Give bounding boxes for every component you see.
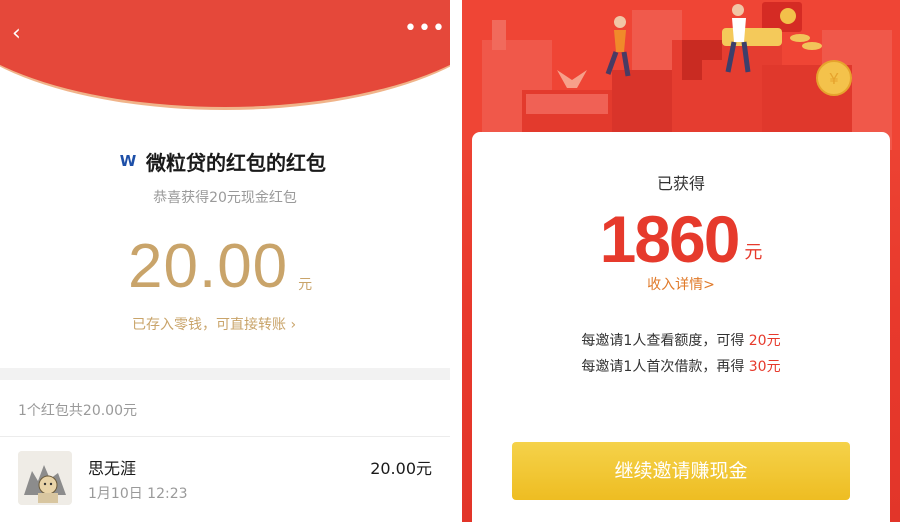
back-icon[interactable]: ‹ <box>12 22 32 46</box>
reward-rule-amount: 20元 <box>748 333 781 349</box>
avatar <box>18 451 72 505</box>
more-options-icon[interactable]: ••• <box>404 18 445 44</box>
recipient-name: 思无涯 <box>88 459 137 478</box>
red-envelope-header <box>0 0 450 110</box>
packet-amount: 20.00 <box>128 232 289 301</box>
svg-text:¥: ¥ <box>829 71 839 88</box>
greeting-subtitle: 恭喜获得20元现金红包 <box>153 190 297 206</box>
reward-rule-amount: 30元 <box>748 359 781 375</box>
reward-rule-1: 每邀请1人查看额度，可得 20元 <box>472 330 890 350</box>
list-item[interactable]: 思无涯 1月10日 12:23 20.00元 <box>0 437 450 522</box>
sender-title: 微粒贷的红包的红包 <box>146 150 326 175</box>
earned-row: 1860 元 <box>472 204 890 274</box>
invite-reward-panel: ¥ 已获得 1860 元 收入详情> 每邀请1人查看额度，可得 20元 每邀请1… <box>462 0 900 522</box>
continue-invite-button[interactable]: 继续邀请赚现金 <box>512 442 850 500</box>
income-details-link[interactable]: 收入详情> <box>472 274 890 294</box>
earnings-card: 已获得 1860 元 收入详情> 每邀请1人查看额度，可得 20元 每邀请1人首… <box>472 132 890 522</box>
reward-rule-text: 每邀请1人首次借款，再得 <box>581 359 749 375</box>
earned-amount: 1860 <box>599 202 741 276</box>
reward-rule-2: 每邀请1人首次借款，再得 30元 <box>472 356 890 376</box>
section-divider <box>0 368 450 380</box>
earned-label: 已获得 <box>656 174 705 193</box>
cartoon-avatar-icon <box>18 451 72 505</box>
sender-row: W 微粒贷的红包的红包 <box>118 147 326 175</box>
weilidai-logo-icon: W <box>119 152 137 170</box>
packet-amount-unit: 元 <box>298 277 313 293</box>
amount-row: 20.00 元 <box>128 232 312 302</box>
city-illustration: ¥ <box>462 0 900 150</box>
reward-rule-text: 每邀请1人查看额度，可得 <box>581 333 749 349</box>
packet-summary: 1个红包共20.00元 <box>18 403 137 419</box>
earned-unit: 元 <box>744 242 763 263</box>
recipient-amount: 20.00元 <box>370 459 432 478</box>
saved-to-balance-link[interactable]: 已存入零钱，可直接转账 › <box>132 314 296 334</box>
recipient-time: 1月10日 12:23 <box>88 486 188 502</box>
red-packet-detail-panel: ‹ ••• W 微粒贷的红包的红包 恭喜获得20元现金红包 20.00 元 已存… <box>0 0 450 522</box>
